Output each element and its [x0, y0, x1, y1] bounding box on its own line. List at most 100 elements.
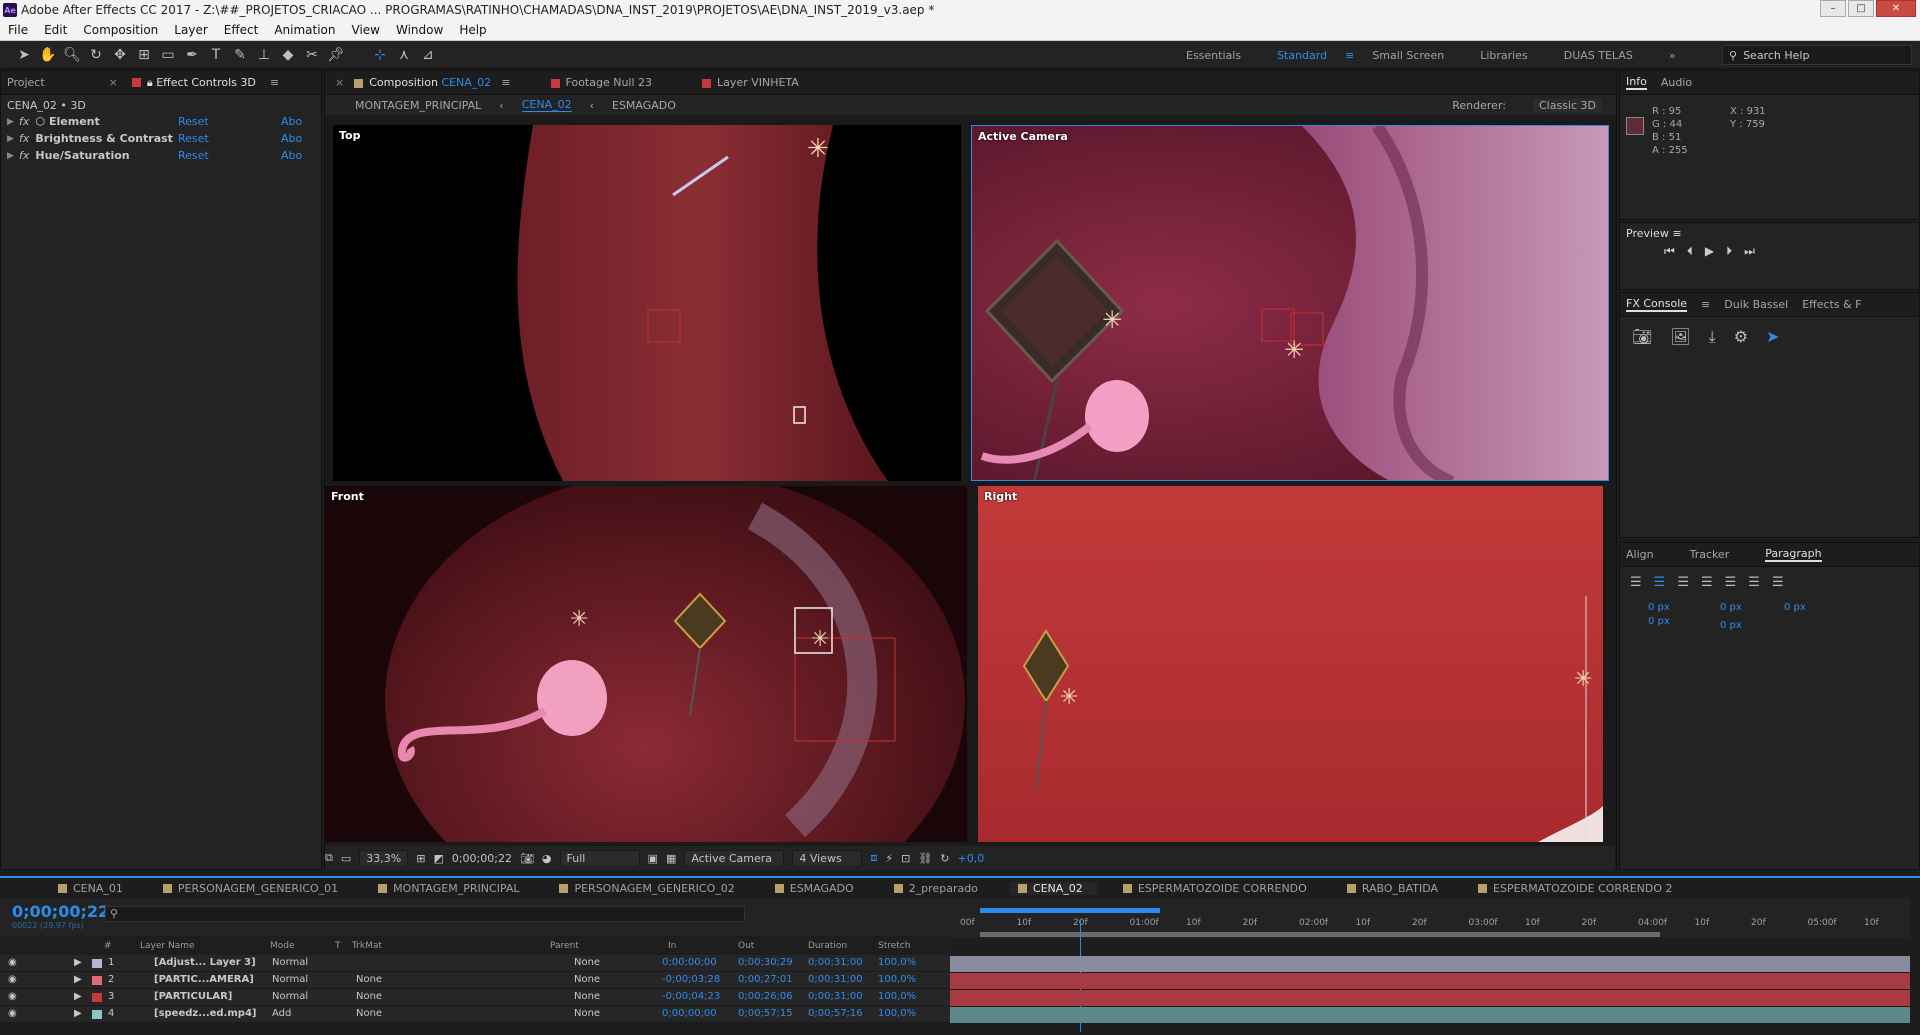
exposure-value[interactable]: +0,0: [957, 852, 984, 865]
justify-all-icon[interactable]: ☰: [1772, 575, 1784, 590]
timeline-tab[interactable]: CENA_02: [1009, 881, 1097, 895]
layer-stretch[interactable]: 100,0%: [878, 1008, 916, 1019]
timeline-tab[interactable]: ESPERMATOZOIDE CORRENDO: [1115, 882, 1321, 895]
send-icon[interactable]: ➤: [1766, 327, 1779, 347]
close-tab-icon[interactable]: ×: [109, 76, 118, 89]
timeline-tab[interactable]: MONTAGEM_PRINCIPAL: [370, 882, 533, 895]
layer-duration-bar[interactable]: [950, 956, 1910, 972]
fx-icon[interactable]: fx: [19, 132, 29, 145]
timeline-tab[interactable]: PERSONAGEM_GENERICO_01: [155, 882, 352, 895]
tab-paragraph[interactable]: Paragraph: [1765, 547, 1822, 562]
timeline-tab[interactable]: CENA_01: [50, 882, 137, 895]
tab-footage[interactable]: Footage Null 23: [550, 76, 652, 89]
layer-duration[interactable]: 0;00;31;00: [808, 974, 863, 985]
renderer-dropdown[interactable]: Classic 3D: [1532, 98, 1602, 112]
space-after-value[interactable]: 0 px: [1720, 620, 1742, 631]
expand-triangle-icon[interactable]: ▶: [7, 117, 19, 127]
world-axis-mode-icon[interactable]: ⋏: [392, 44, 416, 66]
timeline-tab[interactable]: ESPERMATOZOIDE CORRENDO 2: [1470, 882, 1686, 895]
workspace-overflow-icon[interactable]: »: [1651, 49, 1694, 62]
rotation-tool-icon[interactable]: ↻: [84, 44, 108, 66]
menu-composition[interactable]: Composition: [75, 23, 166, 37]
nav-esmagado[interactable]: ESMAGADO: [612, 99, 676, 112]
viewer-front[interactable]: ✳ ✳ Front: [325, 486, 967, 842]
tab-audio[interactable]: Audio: [1661, 76, 1692, 89]
time-ruler[interactable]: 00f 10f 20f 01:00f 10f 20f 02:00f 10f 20f 03:00f 1…: [950, 898, 1910, 938]
viewer-top[interactable]: ✳ Top: [333, 125, 961, 481]
tab-effects-presets[interactable]: Effects & F: [1802, 298, 1861, 311]
next-frame-icon[interactable]: ⏵: [1726, 244, 1732, 259]
tab-project[interactable]: Project: [7, 76, 45, 89]
space-before-value[interactable]: 0 px: [1648, 616, 1670, 627]
channel-icon[interactable]: ◕: [542, 852, 552, 865]
nav-montagem-principal[interactable]: MONTAGEM_PRINCIPAL: [355, 99, 481, 112]
justify-left-icon[interactable]: ☰: [1701, 575, 1713, 590]
layer-out[interactable]: 0;00;30;29: [738, 957, 793, 968]
viewer-right[interactable]: ✳ ✳ Right: [978, 486, 1603, 842]
time-navigator[interactable]: [980, 932, 1660, 937]
transparency-grid-icon[interactable]: ▦: [666, 852, 676, 865]
zoom-tool-icon[interactable]: 🔍︎: [60, 44, 84, 66]
nav-cena-02[interactable]: CENA_02: [521, 98, 572, 112]
layer-row[interactable]: ◉ ▶ 2 [PARTIC...AMERA] Normal None None -0;00;0…: [0, 972, 950, 989]
indent-left-value[interactable]: 0 px: [1648, 602, 1670, 613]
image-icon[interactable]: 🖼︎: [1670, 327, 1690, 347]
camera-view-dropdown[interactable]: Active Camera: [684, 849, 785, 867]
gear-icon[interactable]: ⚙: [1734, 327, 1748, 347]
expand-triangle-icon[interactable]: ▶: [74, 974, 82, 985]
layer-stretch[interactable]: 100,0%: [878, 974, 916, 985]
layer-label-color-icon[interactable]: [92, 959, 102, 968]
fx-icon[interactable]: fx: [19, 149, 29, 162]
effect-hue-saturation[interactable]: ▶ fx Hue/Saturation Reset Abo: [1, 147, 321, 164]
type-tool-icon[interactable]: T: [204, 44, 228, 66]
layer-parent-dropdown[interactable]: None: [574, 957, 600, 968]
minimize-button[interactable]: –: [1820, 0, 1846, 17]
rectangle-tool-icon[interactable]: ▭: [156, 44, 180, 66]
layer-trkmat-dropdown[interactable]: None: [356, 991, 382, 1002]
first-frame-icon[interactable]: ⏮: [1664, 244, 1675, 259]
magnification-dropdown[interactable]: 33,3%: [359, 849, 409, 867]
workspace-duas-telas[interactable]: DUAS TELAS: [1546, 49, 1651, 62]
workspace-menu-icon[interactable]: ≡: [1345, 49, 1354, 62]
hand-tool-icon[interactable]: ✋: [36, 44, 60, 66]
panel-menu-icon[interactable]: ≡: [1701, 298, 1710, 311]
toggle-pixel-aspect-icon[interactable]: ⧈: [870, 851, 877, 865]
close-button[interactable]: ✕: [1876, 0, 1916, 17]
menu-file[interactable]: File: [0, 23, 36, 37]
layer-mode-dropdown[interactable]: Add: [272, 1008, 291, 1019]
last-frame-icon[interactable]: ⏭: [1744, 244, 1755, 259]
current-time-display[interactable]: 0;00;00;22: [452, 852, 512, 865]
menu-effect[interactable]: Effect: [216, 23, 267, 37]
layer-in[interactable]: -0;00;03;28: [662, 974, 720, 985]
workspace-essentials[interactable]: Essentials: [1168, 49, 1259, 62]
indent-right-value[interactable]: 0 px: [1720, 602, 1742, 613]
workspace-standard[interactable]: Standard: [1259, 49, 1345, 62]
layer-duration-bar[interactable]: [950, 990, 1910, 1006]
layer-stretch[interactable]: 100,0%: [878, 991, 916, 1002]
workspace-small-screen[interactable]: Small Screen: [1354, 49, 1462, 62]
pan-behind-tool-icon[interactable]: ⊞: [132, 44, 156, 66]
previous-frame-icon[interactable]: ⏴: [1687, 244, 1693, 259]
tab-fx-console[interactable]: FX Console: [1626, 297, 1688, 312]
expand-triangle-icon[interactable]: ▶: [74, 957, 82, 968]
timeline-tab[interactable]: ESMAGADO: [767, 882, 868, 895]
layer-row[interactable]: ◉ ▶ 1 [Adjust... Layer 3] Normal None 0;00;00;…: [0, 955, 950, 972]
expand-triangle-icon[interactable]: ▶: [74, 991, 82, 1002]
reset-link[interactable]: Reset: [178, 149, 209, 162]
layer-trkmat-dropdown[interactable]: None: [356, 1008, 382, 1019]
pen-tool-icon[interactable]: ✒: [180, 44, 204, 66]
brush-tool-icon[interactable]: ✎: [228, 44, 252, 66]
eraser-tool-icon[interactable]: ◆: [276, 44, 300, 66]
tab-align[interactable]: Align: [1626, 548, 1654, 561]
layer-in[interactable]: 0;00;00;00: [662, 957, 717, 968]
tab-effect-controls[interactable]: 🔒︎ Effect Controls 3D: [131, 76, 256, 90]
maximize-button[interactable]: □: [1848, 0, 1874, 17]
fx-icon[interactable]: fx: [19, 115, 29, 128]
local-axis-mode-icon[interactable]: ⊹: [368, 44, 392, 66]
about-link[interactable]: Abo: [281, 149, 302, 162]
layer-label-color-icon[interactable]: [92, 976, 102, 985]
timeline-timecode[interactable]: 0;00;00;22: [12, 902, 109, 921]
expand-triangle-icon[interactable]: ▶: [7, 151, 19, 161]
menu-layer[interactable]: Layer: [166, 23, 215, 37]
camera-orbit-tool-icon[interactable]: ✥: [108, 44, 132, 66]
